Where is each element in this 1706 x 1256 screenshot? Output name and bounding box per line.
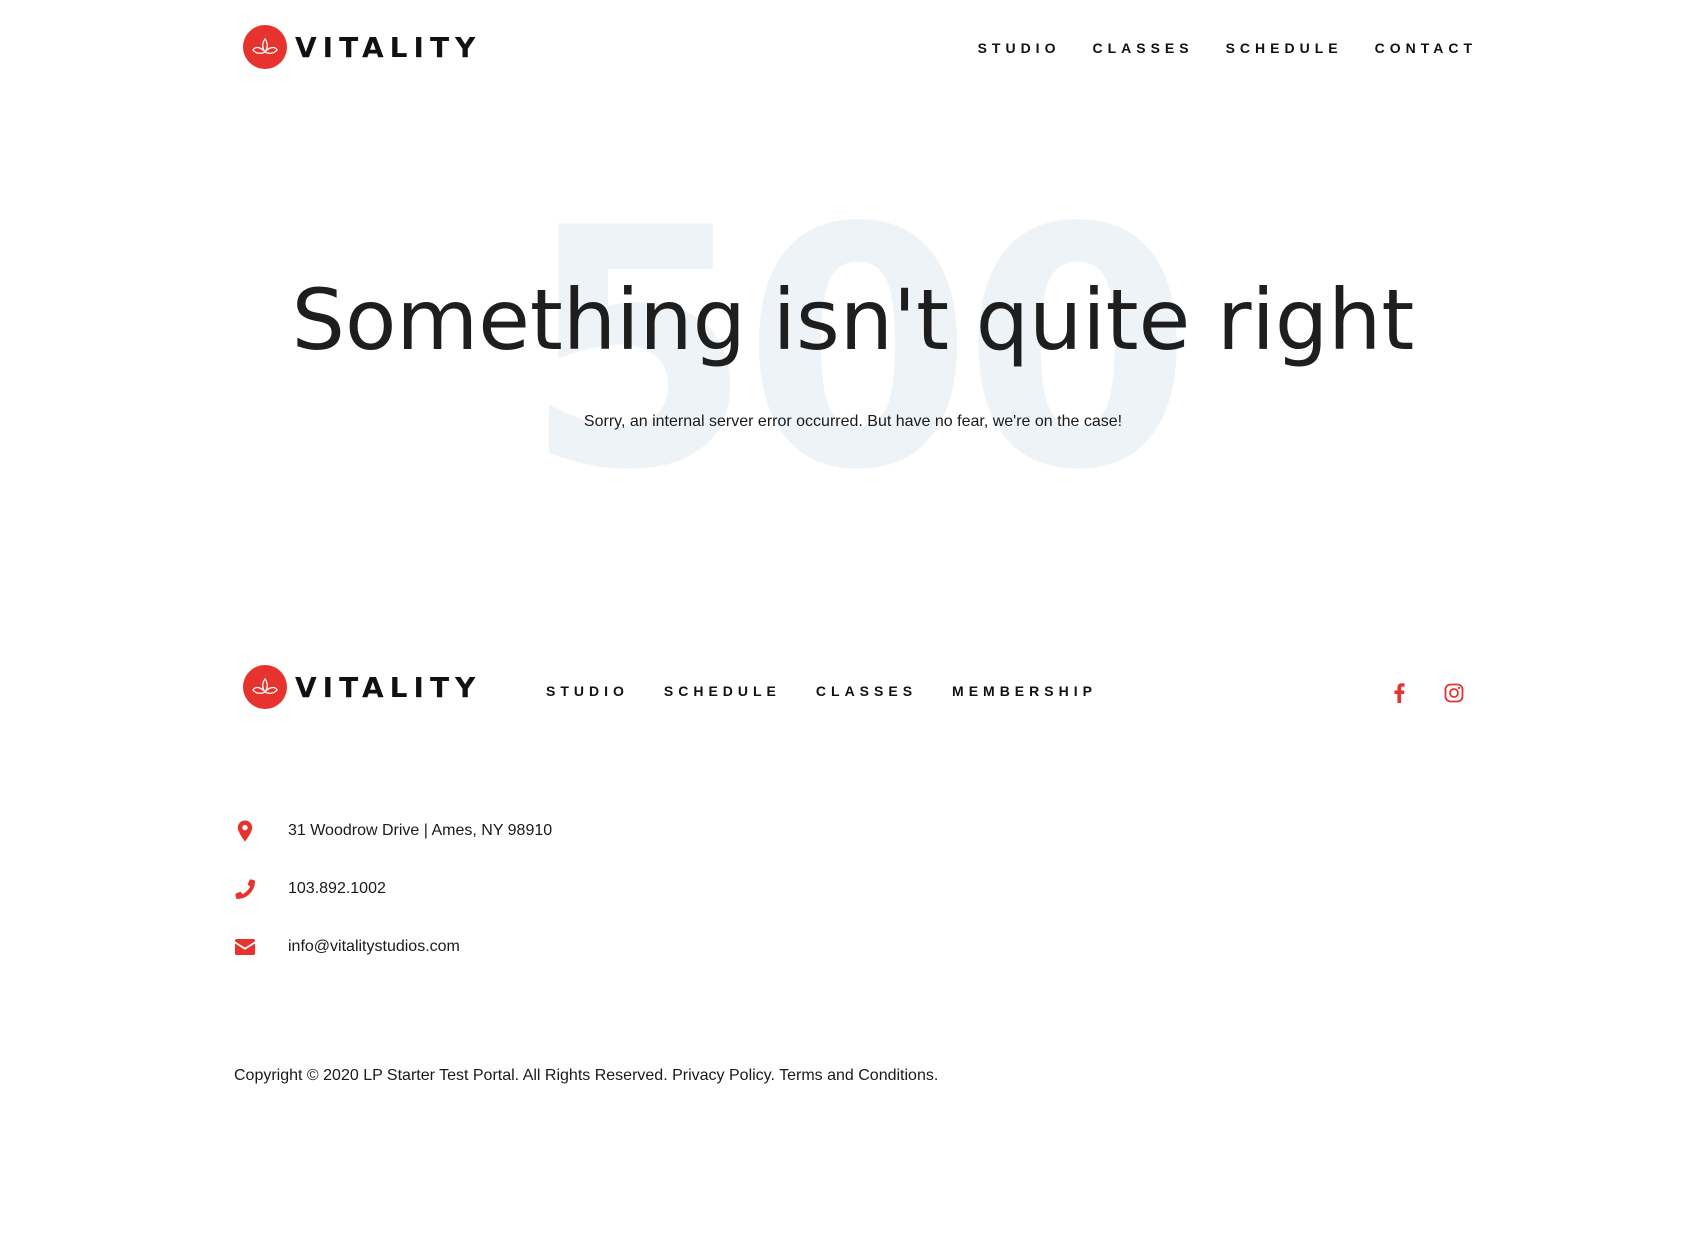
page: VITALITY STUDIO CLASSES SCHEDULE CONTACT… <box>0 0 1706 1256</box>
nav-link-studio[interactable]: STUDIO <box>978 40 1061 56</box>
brand-name: VITALITY <box>295 30 482 64</box>
brand-name: VITALITY <box>295 670 482 704</box>
site-header: VITALITY STUDIO CLASSES SCHEDULE CONTACT <box>0 0 1706 100</box>
header-logo[interactable]: VITALITY <box>243 25 481 69</box>
envelope-icon <box>234 936 256 958</box>
lotus-logo-icon <box>243 665 287 709</box>
footer-nav: STUDIO SCHEDULE CLASSES MEMBERSHIP <box>546 683 1132 699</box>
contact-address: 31 Woodrow Drive | Ames, NY 98910 <box>288 822 553 839</box>
footer-link-schedule[interactable]: SCHEDULE <box>664 683 781 699</box>
phone-icon <box>234 878 256 900</box>
nav-link-contact[interactable]: CONTACT <box>1375 40 1477 56</box>
copyright-line: Copyright © 2020 LP Starter Test Portal.… <box>234 1067 938 1085</box>
main-nav: STUDIO CLASSES SCHEDULE CONTACT <box>946 40 1477 56</box>
error-message: Sorry, an internal server error occurred… <box>583 413 1123 430</box>
footer-logo[interactable]: VITALITY <box>243 665 481 709</box>
nav-link-schedule[interactable]: SCHEDULE <box>1226 40 1343 56</box>
instagram-icon[interactable] <box>1439 678 1469 708</box>
map-pin-icon <box>234 820 256 842</box>
footer-link-classes[interactable]: CLASSES <box>816 683 917 699</box>
error-hero: 500 Something isn't quite right Sorry, a… <box>0 170 1706 530</box>
contact-phone-row: 103.892.1002 <box>234 878 386 900</box>
privacy-policy-link[interactable]: Privacy Policy. <box>672 1067 775 1084</box>
contact-address-row: 31 Woodrow Drive | Ames, NY 98910 <box>234 820 552 842</box>
error-title: Something isn't quite right <box>291 271 1415 369</box>
lotus-logo-icon <box>243 25 287 69</box>
contact-email-row: info@vitalitystudios.com <box>234 936 460 958</box>
copyright-text: Copyright © 2020 LP Starter Test Portal.… <box>234 1067 668 1084</box>
nav-link-classes[interactable]: CLASSES <box>1092 40 1193 56</box>
contact-phone[interactable]: 103.892.1002 <box>288 880 386 898</box>
terms-link[interactable]: Terms and Conditions. <box>779 1067 938 1084</box>
footer-link-studio[interactable]: STUDIO <box>546 683 629 699</box>
footer-link-membership[interactable]: MEMBERSHIP <box>952 683 1097 699</box>
contact-email[interactable]: info@vitalitystudios.com <box>288 938 460 956</box>
facebook-icon[interactable] <box>1384 678 1414 708</box>
